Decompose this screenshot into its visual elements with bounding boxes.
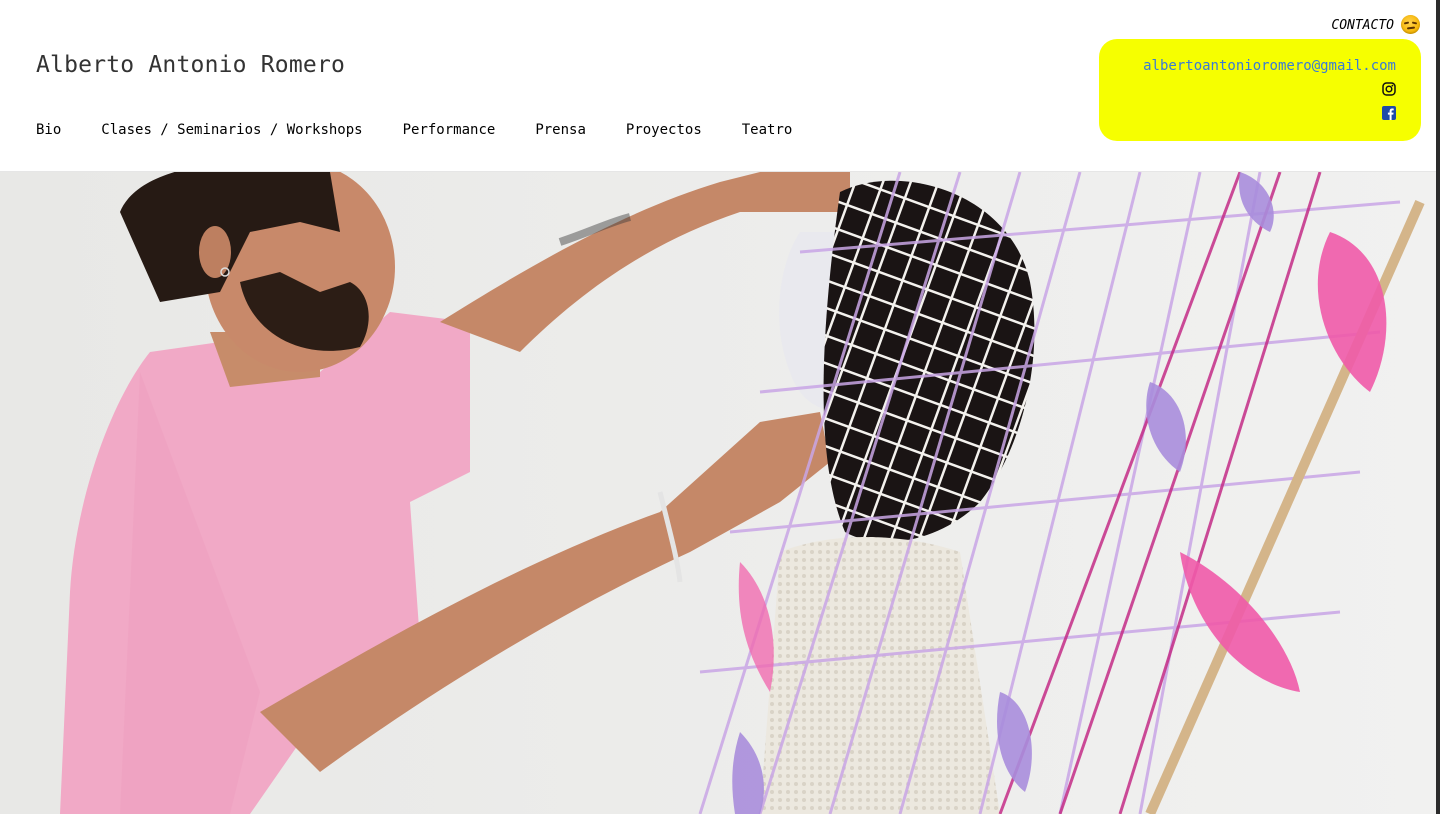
emoji-mouth (1406, 26, 1416, 30)
nav-item-performance[interactable]: Performance (403, 122, 496, 138)
instagram-icon[interactable] (1382, 82, 1396, 96)
email-link[interactable]: albertoantonioromero@gmail.com (1143, 58, 1396, 74)
emoji-left-eye (1403, 21, 1410, 25)
emoji-right-eye (1411, 21, 1418, 25)
site-title[interactable]: Alberto Antonio Romero (36, 52, 345, 78)
nav-item-teatro[interactable]: Teatro (742, 122, 793, 138)
main-nav: Bio Clases / Seminarios / Workshops Perf… (36, 122, 792, 138)
nav-item-proyectos[interactable]: Proyectos (626, 122, 702, 138)
hero-photo (0, 172, 1436, 814)
nav-item-prensa[interactable]: Prensa (535, 122, 586, 138)
nav-item-bio[interactable]: Bio (36, 122, 61, 138)
smirking-face-icon (1401, 15, 1420, 34)
window-edge (1436, 0, 1440, 814)
contact-link[interactable]: CONTACTO (1331, 18, 1394, 33)
contact-box: albertoantonioromero@gmail.com (1099, 39, 1421, 141)
hero-illustration (0, 172, 1436, 814)
facebook-icon[interactable] (1382, 106, 1396, 120)
nav-item-clases[interactable]: Clases / Seminarios / Workshops (101, 122, 362, 138)
site-header: Alberto Antonio Romero Bio Clases / Semi… (0, 0, 1440, 171)
